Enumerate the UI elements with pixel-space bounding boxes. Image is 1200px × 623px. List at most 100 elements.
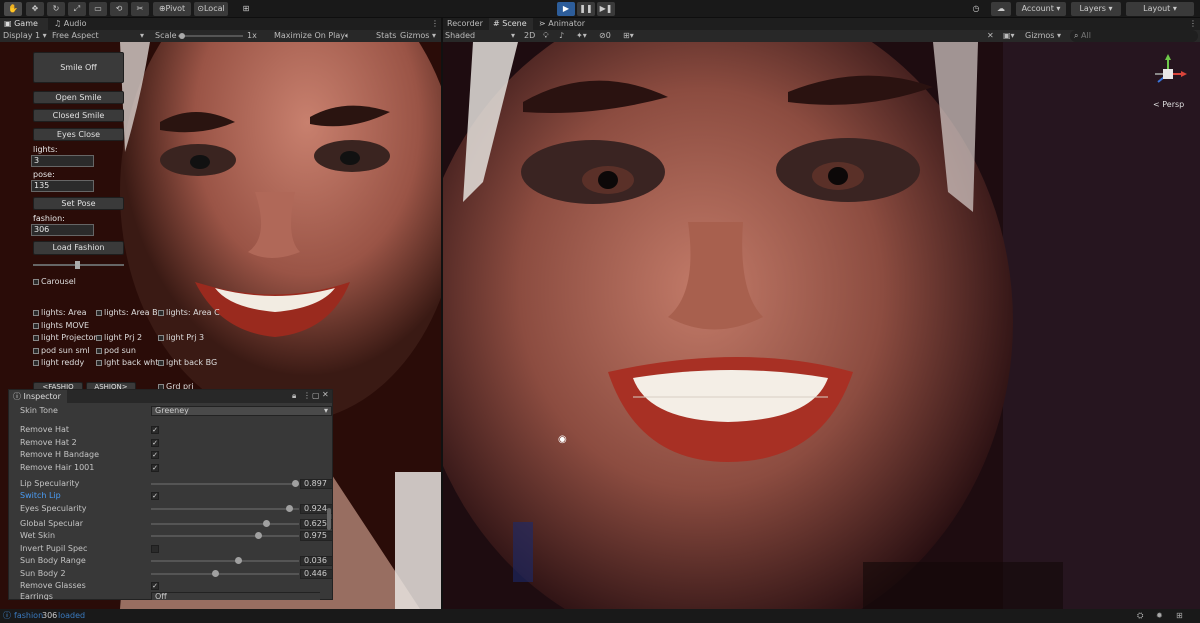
scale-tool-icon[interactable]: ⤢ — [68, 2, 86, 16]
rect-tool-icon[interactable]: ▭ — [89, 2, 107, 16]
more-options-icon[interactable]: ⋮ — [427, 18, 439, 30]
toggle-light-projector[interactable]: light Projector — [33, 333, 97, 342]
hidden-objects-icon[interactable]: ⊘0 — [599, 30, 611, 42]
2d-toggle[interactable]: 2D — [524, 30, 535, 42]
maximize-icon[interactable]: ▢ — [312, 391, 320, 400]
inspector-scrollbar[interactable] — [327, 508, 331, 530]
scene-gizmos-dropdown[interactable]: Gizmos ▾ — [1025, 30, 1067, 42]
closed-smile-button[interactable]: Closed Smile — [33, 109, 124, 122]
slider-knob[interactable] — [212, 570, 219, 577]
slider-knob[interactable] — [292, 480, 299, 487]
progress-icon[interactable]: ⊞ — [1176, 609, 1183, 623]
tab-recorder[interactable]: Recorder — [443, 18, 487, 30]
sun-body-range-slider[interactable] — [151, 557, 299, 564]
remove-glasses-checkbox[interactable]: ✓ — [151, 582, 159, 590]
lip-spec-value[interactable]: 0.897 — [300, 479, 333, 489]
account-dropdown[interactable]: Account ▾ — [1016, 2, 1066, 16]
smile-off-button[interactable]: Smile Off — [33, 52, 124, 83]
slider-knob[interactable] — [235, 557, 242, 564]
tab-audio-mixer[interactable]: ♫ Audio Mixer — [50, 18, 110, 40]
transform-tool-icon[interactable]: ⟲ — [110, 2, 128, 16]
effects-icon[interactable]: ✦▾ — [576, 30, 587, 42]
more-options-icon[interactable]: ⋮ — [1185, 18, 1197, 30]
persp-label[interactable]: < Persp — [1153, 100, 1184, 109]
cloud-icon[interactable]: ☁ — [991, 2, 1011, 16]
slider-handle[interactable] — [75, 261, 80, 269]
layout-dropdown[interactable]: Layout ▾ — [1126, 2, 1194, 16]
lights-input[interactable]: 3 — [31, 155, 94, 167]
slider-knob[interactable] — [255, 532, 262, 539]
shading-mode-dropdown[interactable]: Shaded ▾ — [445, 30, 519, 42]
mute-audio-icon[interactable]: 🔈︎ — [345, 30, 350, 42]
aspect-dropdown[interactable]: Free Aspect ▾ — [52, 30, 148, 42]
move-tool-icon[interactable]: ✥ — [26, 2, 44, 16]
load-fashion-button[interactable]: Load Fashion — [33, 241, 124, 255]
lock-icon[interactable]: 🔒︎ — [292, 391, 296, 401]
lighting-icon[interactable]: 💡︎ — [543, 30, 549, 42]
scene-view[interactable]: ◉ < Persp — [443, 42, 1200, 609]
audio-icon[interactable]: ♪ — [559, 30, 564, 42]
carousel-toggle[interactable]: Carousel — [33, 277, 76, 286]
toggle-lght-back-bg[interactable]: lght back BG — [158, 358, 217, 367]
global-spec-slider[interactable] — [151, 520, 299, 527]
toggle-lights-area-c[interactable]: lights: Area C — [158, 308, 220, 317]
tab-inspector[interactable]: ⓘ Inspector — [9, 390, 67, 403]
maximize-on-play-toggle[interactable]: Maximize On Play — [274, 30, 345, 42]
set-pose-button[interactable]: Set Pose — [33, 197, 124, 210]
eyes-close-button[interactable]: Eyes Close — [33, 128, 124, 141]
gizmos-dropdown[interactable]: Gizmos ▾ — [400, 30, 440, 42]
open-smile-button[interactable]: Open Smile — [33, 91, 124, 104]
scale-slider[interactable] — [178, 30, 243, 42]
local-toggle[interactable]: ⊙Local — [194, 2, 228, 16]
toggle-light-prj-3[interactable]: light Prj 3 — [158, 333, 204, 342]
eyes-spec-slider[interactable] — [151, 505, 299, 512]
rotate-tool-icon[interactable]: ↻ — [47, 2, 65, 16]
tools-icon[interactable]: ✕ — [987, 30, 994, 42]
pause-button[interactable]: ❚❚ — [577, 2, 595, 16]
stats-toggle[interactable]: Stats — [376, 30, 396, 42]
toggle-light-prj-2[interactable]: light Prj 2 — [96, 333, 142, 342]
pivot-toggle[interactable]: ⊕Pivot — [153, 2, 191, 16]
orientation-gizmo[interactable] — [1143, 52, 1193, 102]
toggle-lght-back-wht[interactable]: lght back wht — [96, 358, 158, 367]
wet-skin-slider[interactable] — [151, 532, 299, 539]
debug-icon[interactable]: ✹ — [1156, 609, 1163, 623]
toggle-lights-area[interactable]: lights: Area — [33, 308, 87, 317]
sun-body2-slider[interactable] — [151, 570, 299, 577]
camera-icon[interactable]: ▣▾ — [1003, 30, 1015, 42]
tab-scene[interactable]: # Scene — [489, 18, 533, 30]
remove-hat2-checkbox[interactable]: ✓ — [151, 439, 159, 447]
grid-icon[interactable]: ⊞▾ — [623, 30, 634, 42]
toggle-lights-area-b[interactable]: lights: Area B — [96, 308, 158, 317]
fashion-input[interactable]: 306 — [31, 224, 94, 236]
close-icon[interactable]: ✕ — [322, 390, 329, 399]
earrings-dropdown[interactable]: Off — [151, 592, 320, 600]
remove-bandage-checkbox[interactable]: ✓ — [151, 451, 159, 459]
step-button[interactable]: ▶❚ — [597, 2, 615, 16]
history-icon[interactable]: ◷ — [968, 2, 984, 16]
profiler-icon[interactable]: ⛭ — [1137, 609, 1143, 623]
toggle-pod-sun-sml[interactable]: pod sun sml — [33, 346, 90, 355]
toggle-lights-move[interactable]: lights MOVE — [33, 321, 89, 330]
remove-hair-checkbox[interactable]: ✓ — [151, 464, 159, 472]
eye-visibility-icon[interactable]: ◉ — [558, 435, 572, 445]
fashion-slider[interactable] — [33, 261, 124, 269]
tab-animator[interactable]: ⋗ Animator — [535, 18, 591, 30]
more-options-icon[interactable]: ⋮ — [303, 391, 311, 400]
skin-tone-dropdown[interactable]: Greeney ▾ — [151, 406, 332, 416]
hand-tool-icon[interactable]: ✋ — [4, 2, 22, 16]
wet-skin-value[interactable]: 0.975 — [300, 531, 333, 541]
grid-snap-icon[interactable]: ⊞ — [238, 2, 254, 16]
scene-search-input[interactable]: ⌕ All — [1070, 30, 1198, 42]
pose-input[interactable]: 135 — [31, 180, 94, 192]
play-button[interactable]: ▶ — [557, 2, 575, 16]
slider-knob[interactable] — [263, 520, 270, 527]
invert-pupil-checkbox[interactable] — [151, 545, 159, 553]
tab-game[interactable]: ▣ Game — [0, 18, 48, 30]
sun-body2-value[interactable]: 0.446 — [300, 569, 333, 579]
layers-dropdown[interactable]: Layers ▾ — [1071, 2, 1121, 16]
sun-body-range-value[interactable]: 0.036 — [300, 556, 333, 566]
switch-lip-checkbox[interactable]: ✓ — [151, 492, 159, 500]
status-text[interactable]: fashion — [14, 609, 43, 623]
slider-knob[interactable] — [286, 505, 293, 512]
